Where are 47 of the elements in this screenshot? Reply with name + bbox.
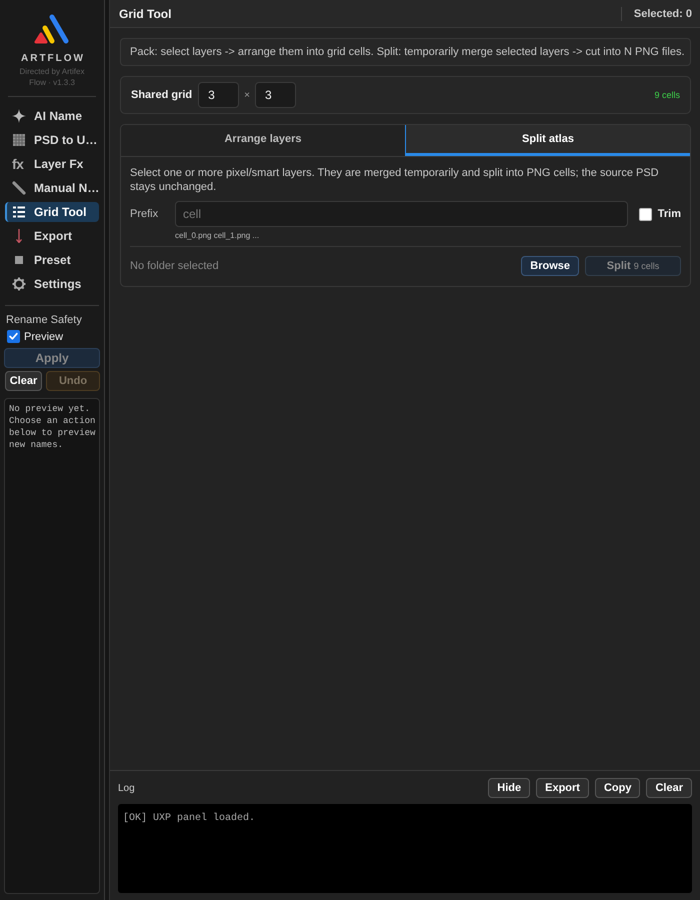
cell-count: 9 cells [654,90,680,100]
sparkle-icon [12,109,26,123]
brand-name: ARTFLOW [20,53,85,64]
info-note: Pack: select layers -> arrange them into grid cells. Split: temporarily merge selected layers -> cut into N PNG files. [120,38,691,66]
browse-button[interactable]: Browse [521,256,579,276]
nav-item[interactable]: Grid Tool [5,202,99,222]
clear-button[interactable]: Clear [5,371,42,391]
trim-checkbox[interactable] [638,208,652,220]
pencil-icon [12,181,26,195]
rows-field[interactable]: 3 [254,82,296,108]
check-icon [8,331,19,342]
nav-item[interactable]: PSD to U… [5,130,99,150]
log-button[interactable]: Export [536,778,589,798]
filename-preview: cell_0.png cell_1.png ... [175,231,260,240]
log-button[interactable]: Copy [594,778,640,798]
nav-item[interactable]: Preset [5,250,99,270]
field-label: Shared grid [131,89,192,101]
log-button[interactable]: Hide [488,778,530,798]
nav-item[interactable]: AI Name [5,106,99,126]
nav-item[interactable]: Settings [5,274,99,294]
log-line: [OK] UXP panel loaded. [123,812,256,825]
preview-checkbox[interactable] [7,330,20,343]
logo-icon [34,14,70,45]
tab[interactable]: Split atlas [405,125,690,156]
grid-icon [12,133,26,147]
gear-icon [12,277,26,291]
times-sign: × [244,90,250,100]
nav-item[interactable]: Manual N… [5,178,99,198]
field-label: Prefix [130,208,160,220]
checkbox-label: Preview [24,330,64,342]
log-button[interactable]: Clear [646,778,692,798]
square-icon [12,253,26,267]
selected-count: Selected: 0 [620,6,692,20]
columns-field[interactable]: 3 [198,82,240,108]
nav-item[interactable]: Export [5,226,99,246]
folder-status: No folder selected [130,260,220,272]
prefix-field[interactable]: cell [175,201,628,227]
section-title: Rename Safety [6,314,83,326]
brand-tagline: Directed by Artifex Flow · v1.3.3 [18,66,86,88]
checkbox-label: Trim [658,208,681,220]
list-icon [12,205,26,219]
fx-symbol: fx [12,157,25,171]
preview-text: No preview yet. Choose an action below to preview new names. [9,403,96,451]
page-title: Grid Tool [119,6,172,20]
description-text: Select one or more pixel/smart layers. They are merged temporarily and split into PNG cells; the source PSD stays unchanged. [130,166,660,194]
log-title: Log [118,782,136,794]
nav-item[interactable]: fx Layer Fx [5,154,99,174]
